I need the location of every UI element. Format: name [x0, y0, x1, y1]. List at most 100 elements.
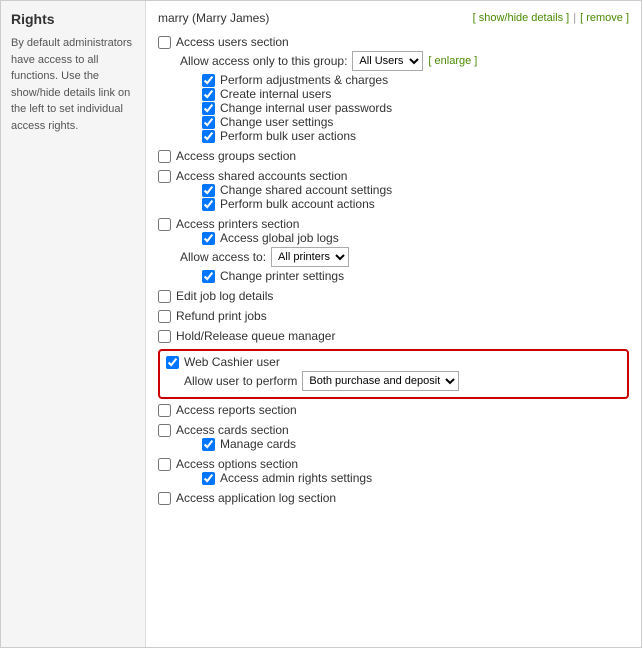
change-shared-account-checkbox[interactable]	[202, 184, 215, 197]
access-application-log-row[interactable]: Access application log section	[158, 491, 629, 505]
printers-sub: Access global job logs	[202, 231, 629, 245]
access-shared-section: Access shared accounts section Change sh…	[158, 169, 629, 211]
access-reports-row[interactable]: Access reports section	[158, 403, 629, 417]
access-cards-checkbox[interactable]	[158, 424, 171, 437]
access-shared-label: Access shared accounts section	[176, 169, 347, 183]
change-user-settings-row[interactable]: Change user settings	[202, 115, 629, 129]
access-users-label: Access users section	[176, 35, 289, 49]
change-internal-passwords-row[interactable]: Change internal user passwords	[202, 101, 629, 115]
access-admin-rights-label: Access admin rights settings	[220, 471, 372, 485]
access-reports-section: Access reports section	[158, 403, 629, 417]
manage-cards-checkbox[interactable]	[202, 438, 215, 451]
enlarge-link[interactable]: [ enlarge ]	[428, 55, 477, 67]
perform-bulk-account-row[interactable]: Perform bulk account actions	[202, 197, 629, 211]
access-options-row[interactable]: Access options section	[158, 457, 629, 471]
access-users-checkbox[interactable]	[158, 36, 171, 49]
user-name: marry (Marry James)	[158, 11, 269, 25]
perform-adjustments-row[interactable]: Perform adjustments & charges	[202, 73, 629, 87]
all-users-select[interactable]: All Users	[352, 51, 423, 71]
hold-release-section: Hold/Release queue manager	[158, 329, 629, 343]
main-content: marry (Marry James) [ show/hide details …	[146, 1, 641, 647]
options-sub: Access admin rights settings	[202, 471, 629, 485]
web-cashier-box: Web Cashier user Allow user to perform B…	[158, 349, 629, 399]
allow-access-only-label: Allow access only to this group:	[180, 54, 347, 68]
change-internal-passwords-checkbox[interactable]	[202, 102, 215, 115]
access-users-sub: Perform adjustments & charges Create int…	[202, 73, 629, 143]
access-admin-rights-row[interactable]: Access admin rights settings	[202, 471, 629, 485]
refund-print-label: Refund print jobs	[176, 309, 267, 323]
change-user-settings-label: Change user settings	[220, 115, 333, 129]
perform-bulk-account-checkbox[interactable]	[202, 198, 215, 211]
allow-access-only-row: Allow access only to this group: All Use…	[180, 49, 629, 73]
user-actions: [ show/hide details ] | [ remove ]	[473, 12, 629, 24]
access-cards-row[interactable]: Access cards section	[158, 423, 629, 437]
edit-job-log-checkbox[interactable]	[158, 290, 171, 303]
edit-job-log-label: Edit job log details	[176, 289, 273, 303]
web-cashier-label: Web Cashier user	[184, 355, 280, 369]
edit-job-log-row[interactable]: Edit job log details	[158, 289, 629, 303]
access-admin-rights-checkbox[interactable]	[202, 472, 215, 485]
web-cashier-row[interactable]: Web Cashier user	[166, 355, 621, 369]
access-groups-section: Access groups section	[158, 149, 629, 163]
change-shared-account-row[interactable]: Change shared account settings	[202, 183, 629, 197]
allow-user-perform-label: Allow user to perform	[184, 374, 297, 388]
access-options-label: Access options section	[176, 457, 298, 471]
access-printers-row[interactable]: Access printers section	[158, 217, 629, 231]
perform-bulk-user-checkbox[interactable]	[202, 130, 215, 143]
access-users-row[interactable]: Access users section	[158, 35, 629, 49]
perform-bulk-user-row[interactable]: Perform bulk user actions	[202, 129, 629, 143]
access-application-log-checkbox[interactable]	[158, 492, 171, 505]
access-reports-checkbox[interactable]	[158, 404, 171, 417]
access-shared-row[interactable]: Access shared accounts section	[158, 169, 629, 183]
user-header: marry (Marry James) [ show/hide details …	[158, 11, 629, 25]
change-shared-account-label: Change shared account settings	[220, 183, 392, 197]
change-internal-passwords-label: Change internal user passwords	[220, 101, 392, 115]
change-printer-settings-label: Change printer settings	[220, 269, 344, 283]
all-printers-select[interactable]: All printers	[271, 247, 349, 267]
create-internal-users-label: Create internal users	[220, 87, 331, 101]
hold-release-label: Hold/Release queue manager	[176, 329, 335, 343]
access-users-section: Access users section Allow access only t…	[158, 35, 629, 143]
access-options-checkbox[interactable]	[158, 458, 171, 471]
change-printer-settings-checkbox[interactable]	[202, 270, 215, 283]
shared-accounts-sub: Change shared account settings Perform b…	[202, 183, 629, 211]
access-options-section: Access options section Access admin righ…	[158, 457, 629, 485]
refund-print-checkbox[interactable]	[158, 310, 171, 323]
manage-cards-row[interactable]: Manage cards	[202, 437, 629, 451]
allow-user-perform-row: Allow user to perform Both purchase and …	[184, 369, 621, 393]
hold-release-checkbox[interactable]	[158, 330, 171, 343]
edit-job-log-section: Edit job log details	[158, 289, 629, 303]
manage-cards-label: Manage cards	[220, 437, 296, 451]
access-reports-label: Access reports section	[176, 403, 297, 417]
access-application-log-label: Access application log section	[176, 491, 336, 505]
sidebar: Rights By default administrators have ac…	[1, 1, 146, 647]
access-groups-row[interactable]: Access groups section	[158, 149, 629, 163]
access-printers-label: Access printers section	[176, 217, 299, 231]
perform-bulk-account-label: Perform bulk account actions	[220, 197, 375, 211]
access-global-job-row[interactable]: Access global job logs	[202, 231, 629, 245]
perform-bulk-user-label: Perform bulk user actions	[220, 129, 356, 143]
refund-print-row[interactable]: Refund print jobs	[158, 309, 629, 323]
change-user-settings-checkbox[interactable]	[202, 116, 215, 129]
access-global-job-label: Access global job logs	[220, 231, 339, 245]
access-printers-section: Access printers section Access global jo…	[158, 217, 629, 283]
show-hide-details-link[interactable]: [ show/hide details ]	[473, 12, 570, 24]
create-internal-users-row[interactable]: Create internal users	[202, 87, 629, 101]
allow-access-to-label: Allow access to:	[180, 250, 266, 264]
create-internal-users-checkbox[interactable]	[202, 88, 215, 101]
change-printer-settings-row[interactable]: Change printer settings	[202, 269, 629, 283]
both-purchase-select[interactable]: Both purchase and deposit	[302, 371, 459, 391]
access-application-log-section: Access application log section	[158, 491, 629, 505]
printer-settings-sub: Change printer settings	[202, 269, 629, 283]
access-printers-checkbox[interactable]	[158, 218, 171, 231]
perform-adjustments-checkbox[interactable]	[202, 74, 215, 87]
access-cards-section: Access cards section Manage cards	[158, 423, 629, 451]
access-groups-checkbox[interactable]	[158, 150, 171, 163]
allow-access-to-row: Allow access to: All printers	[180, 245, 629, 269]
hold-release-row[interactable]: Hold/Release queue manager	[158, 329, 629, 343]
access-global-job-checkbox[interactable]	[202, 232, 215, 245]
remove-link[interactable]: [ remove ]	[580, 12, 629, 24]
access-cards-label: Access cards section	[176, 423, 289, 437]
web-cashier-checkbox[interactable]	[166, 356, 179, 369]
access-shared-checkbox[interactable]	[158, 170, 171, 183]
